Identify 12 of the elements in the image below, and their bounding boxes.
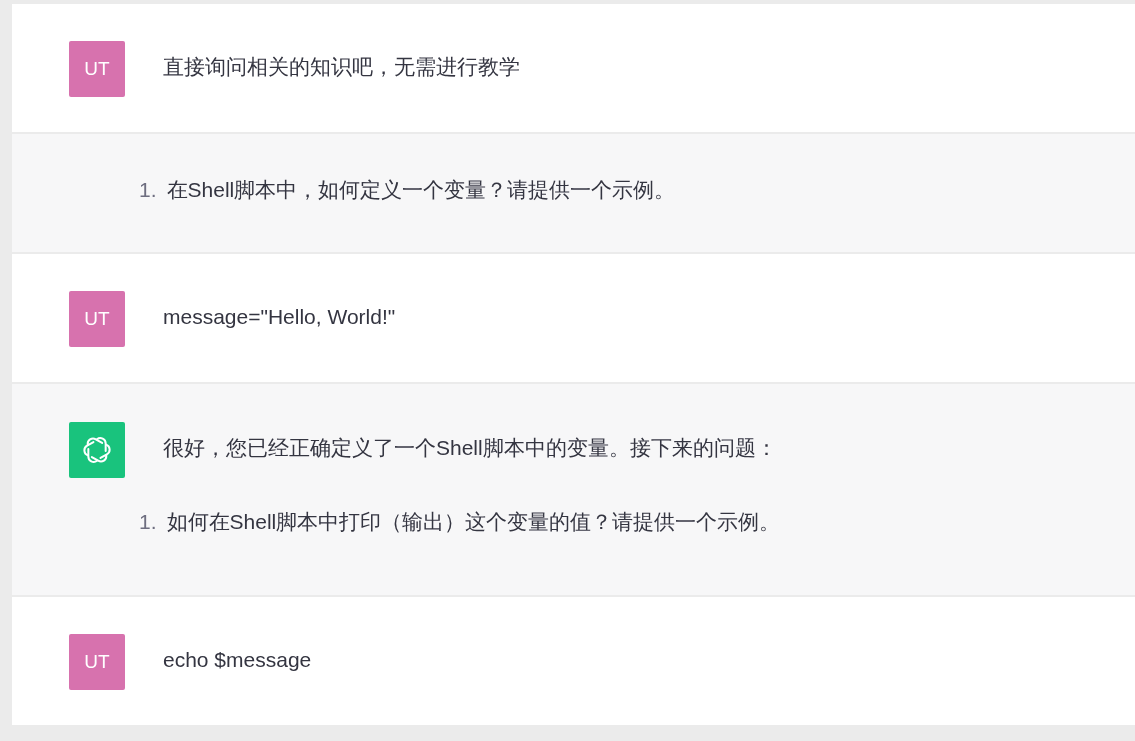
user-avatar: UT <box>69 291 125 347</box>
message-text: 直接询问相关的知识吧，无需进行教学 <box>163 54 520 80</box>
knot-icon <box>81 434 113 466</box>
message-text: echo $message <box>163 647 312 673</box>
message-text: message="Hello, World!" <box>163 304 396 330</box>
list-item-text: 如何在Shell脚本中打印（输出）这个变量的值？请提供一个示例。 <box>166 509 781 535</box>
message-text: 很好，您已经正确定义了一个Shell脚本中的变量。接下来的问题： <box>163 435 778 461</box>
list-item-text: 在Shell脚本中，如何定义一个变量？请提供一个示例。 <box>166 177 676 203</box>
user-avatar: UT <box>69 634 125 690</box>
list-number: 1. <box>139 177 157 203</box>
user-avatar: UT <box>69 41 125 97</box>
list-number: 1. <box>139 509 157 535</box>
